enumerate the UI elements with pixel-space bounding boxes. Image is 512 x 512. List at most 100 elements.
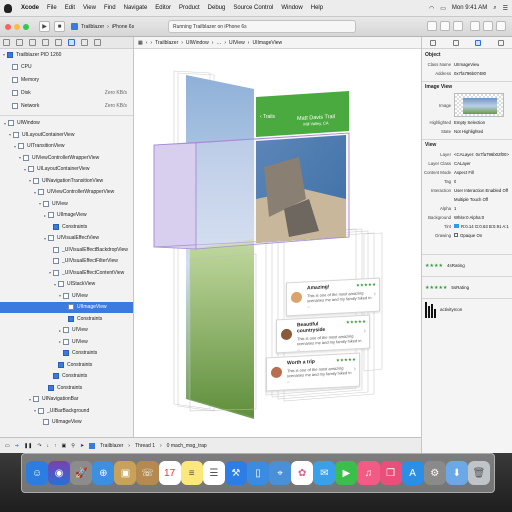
menu-source-control[interactable]: Source Control [233, 5, 273, 11]
debug-navigator-icon[interactable] [68, 39, 75, 46]
run-button[interactable]: ▶ [39, 21, 50, 32]
jumpbar-crumb-ellipsis[interactable]: … [216, 40, 221, 46]
tree-row[interactable]: Constraints [0, 359, 133, 371]
stop-button[interactable]: ■ [54, 21, 65, 32]
ibooks-icon[interactable]: ❒ [379, 461, 402, 485]
zoom-window-button[interactable] [23, 23, 29, 30]
breakpoint-navigator-icon[interactable] [81, 39, 88, 46]
step-in-icon[interactable]: ↓ [47, 443, 50, 449]
tree-row[interactable]: _UIVisualEffectFilterView [0, 256, 133, 268]
simulator-icon[interactable]: ▯ [246, 461, 270, 485]
assistant-editor-icon[interactable] [440, 21, 450, 31]
apple-icon[interactable] [4, 3, 12, 13]
tree-row[interactable]: ▾ UILayoutContainerView [0, 164, 133, 176]
review-card[interactable]: Worth a trip ★★★★★ This is one of the most… [266, 352, 360, 392]
view-debugger-canvas[interactable]: ▦ ‹ › Trailblazer › UIWindow › … › UIVie… [134, 37, 421, 453]
jumpbar-crumb-1[interactable]: UIWindow [186, 40, 209, 46]
tree-row[interactable]: ▾ UINavigationTransitionView [0, 175, 133, 187]
file-inspector-icon[interactable] [430, 39, 437, 46]
toggle-navigator-icon[interactable] [470, 21, 480, 31]
tree-row[interactable]: _UIVisualEffectBackdropView [0, 244, 133, 256]
siri-icon[interactable]: ◉ [48, 461, 71, 485]
system-preferences-icon[interactable]: ⚙ [423, 461, 446, 485]
tree-row[interactable]: ▾ UIViewControllerWrapperView [0, 187, 133, 199]
jumpbar-crumb-7[interactable]: UIImageView [252, 40, 282, 46]
toggle-debug-icon[interactable]: ▭ [5, 443, 10, 449]
tree-row[interactable]: ▸ UIImageView [0, 210, 133, 222]
scheme-selector[interactable]: Trailblazer › iPhone 6s [71, 23, 134, 30]
project-navigator-icon[interactable] [3, 39, 10, 46]
forward-icon[interactable]: › [150, 40, 152, 46]
asset-list-item[interactable]: ★★★★ 4sRating [422, 254, 512, 276]
close-window-button[interactable] [5, 23, 11, 30]
menu-navigate[interactable]: Navigate [124, 5, 148, 11]
report-navigator-icon[interactable] [94, 39, 101, 46]
object-inspector-icon[interactable] [475, 39, 482, 46]
menu-xcode[interactable]: Xcode [21, 5, 39, 11]
tree-row[interactable]: ▸ UIView [0, 336, 133, 348]
jumpbar-crumb-6[interactable]: UIView [229, 40, 245, 46]
wifi-icon[interactable]: ◠ [429, 5, 434, 12]
menu-find[interactable]: Find [104, 5, 116, 11]
gauge-memory[interactable]: Memory [0, 74, 133, 87]
size-inspector-icon[interactable] [497, 39, 504, 46]
menubar-clock[interactable]: Mon 9:41 AM [452, 5, 487, 11]
asset-list-item[interactable]: activityIcon [422, 298, 512, 320]
checkbox-icon[interactable] [454, 233, 458, 237]
spotlight-icon[interactable]: ⌕ [493, 5, 496, 12]
battery-icon[interactable]: ▭ [440, 5, 446, 12]
minimize-window-button[interactable] [14, 23, 20, 30]
tree-row[interactable]: ▾ UIViewControllerWrapperView [0, 152, 133, 164]
calendar-icon[interactable]: 17 [158, 461, 181, 485]
menu-edit[interactable]: Edit [65, 5, 75, 11]
back-icon[interactable]: ‹ [146, 40, 148, 46]
asset-list-item[interactable]: ★★★★★ 5sRating [422, 276, 512, 298]
debug-thread[interactable]: Thread 1 [135, 443, 155, 449]
find-navigator-icon[interactable] [29, 39, 36, 46]
maps-icon[interactable]: ⌖ [269, 461, 292, 485]
menu-window[interactable]: Window [281, 5, 302, 11]
step-out-icon[interactable]: ↑ [54, 443, 57, 449]
menu-editor[interactable]: Editor [155, 5, 171, 11]
itunes-icon[interactable]: ♫ [357, 461, 380, 485]
launchpad-icon[interactable]: 🚀 [70, 461, 93, 485]
notification-center-icon[interactable]: ☰ [503, 5, 508, 12]
symbol-navigator-icon[interactable] [16, 39, 23, 46]
menu-view[interactable]: View [83, 5, 96, 11]
app-store-icon[interactable]: A [401, 461, 424, 485]
gauge-cpu[interactable]: CPU [0, 61, 133, 74]
tree-row[interactable]: ▸ UIView [0, 325, 133, 337]
tree-row[interactable]: Constraints [0, 348, 133, 360]
debug-frame[interactable]: 0 mach_msg_trap [167, 443, 207, 449]
memory-graph-icon[interactable]: ⚲ [71, 443, 75, 449]
location-icon[interactable]: ➤ [80, 443, 84, 449]
jumpbar-crumb-0[interactable]: Trailblazer [155, 40, 178, 46]
photos-icon[interactable]: ✿ [291, 461, 314, 485]
standard-editor-icon[interactable] [427, 21, 437, 31]
process-row[interactable]: ▾ Trailblazer PID 1260 [0, 49, 133, 61]
related-items-icon[interactable]: ▦ [138, 40, 143, 46]
safari-icon[interactable]: ⊕ [92, 461, 115, 485]
review-card[interactable]: Beautiful countryside ★★★★★ This is one of… [276, 314, 370, 354]
tree-row[interactable]: ▾ UIStackView [0, 279, 133, 291]
xcode-icon[interactable]: ⚒ [224, 461, 247, 485]
pause-icon[interactable]: ❚❚ [24, 443, 32, 449]
tree-row[interactable]: Constraints [0, 382, 133, 394]
contacts-icon[interactable]: ☏ [136, 461, 159, 485]
trash-icon[interactable]: 🗑 [467, 461, 490, 485]
messages-icon[interactable]: ✉ [313, 461, 336, 485]
back-button[interactable]: ‹ Trails [260, 114, 275, 120]
tree-row[interactable]: ▾ UINavigationBar [0, 394, 133, 406]
gauge-network[interactable]: Network Zero KB/s [0, 100, 133, 113]
menu-help[interactable]: Help [311, 5, 323, 11]
review-card[interactable]: Amazing! ★★★★★ This is one of the most ama… [286, 277, 380, 317]
step-over-icon[interactable]: ↷ [37, 443, 41, 449]
facetime-icon[interactable]: ▶ [335, 461, 358, 485]
version-editor-icon[interactable] [453, 21, 463, 31]
tree-row[interactable]: ▾ UILayoutContainerView [0, 129, 133, 141]
tree-row[interactable]: ▾ UITransitionView [0, 141, 133, 153]
tree-row[interactable]: ▾ UIVisualEffectView [0, 233, 133, 245]
tree-row[interactable]: ▾ UIView [0, 290, 133, 302]
tree-row[interactable]: ▾ UIWindow [0, 118, 133, 130]
reminders-icon[interactable]: ☰ [202, 461, 225, 485]
